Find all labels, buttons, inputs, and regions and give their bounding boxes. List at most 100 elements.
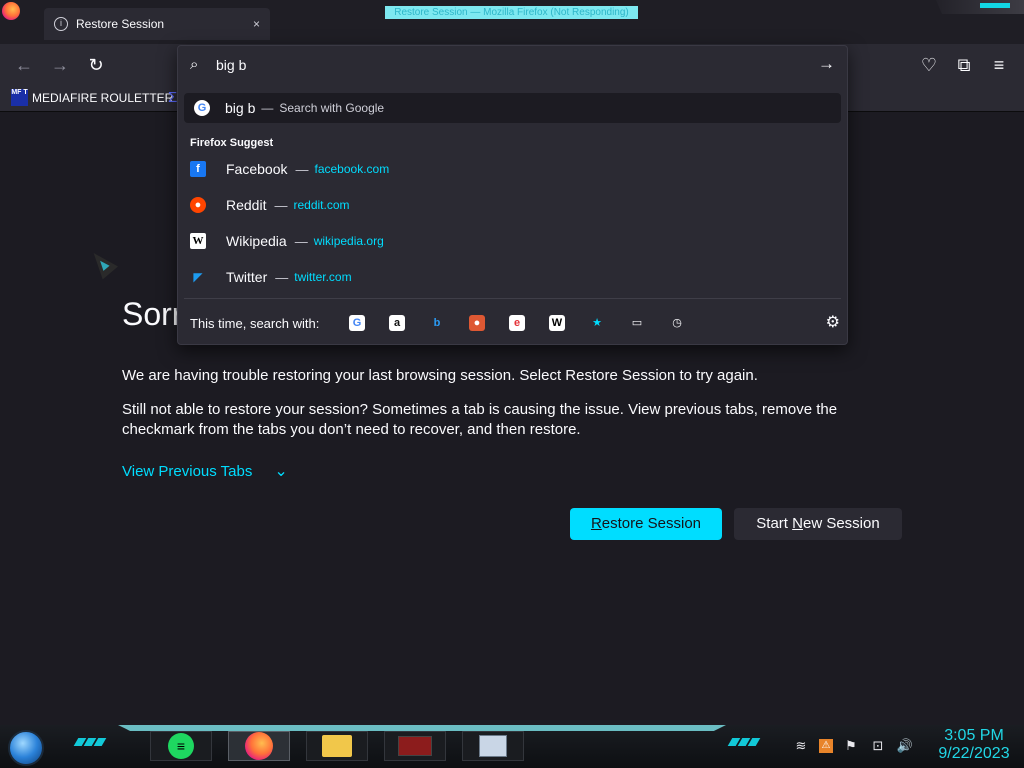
chevron-down-icon: ⌄ xyxy=(274,463,288,480)
suggestion-dash: — xyxy=(295,161,309,177)
restore-session-button[interactable]: Restore Session xyxy=(570,508,722,540)
system-clock[interactable]: 3:05 PM 9/22/2023 xyxy=(930,727,1018,763)
info-icon: i xyxy=(54,17,68,31)
search-engine-button[interactable]: G xyxy=(346,312,368,334)
pocket-button[interactable]: ♡ xyxy=(918,54,940,76)
network-icon[interactable]: ⊡ xyxy=(869,738,887,754)
search-icon: ⌕ xyxy=(190,56,199,73)
duckduckgo-engine-icon: ● xyxy=(469,315,485,331)
tray-app-icon[interactable]: ⚠ xyxy=(819,739,833,753)
urlbar: ⌕ → xyxy=(178,46,847,84)
reddit-icon: ● xyxy=(190,197,206,213)
desktop-screen: i Restore Session × Restore Session — Mo… xyxy=(0,0,1024,768)
suggestion-facebook[interactable]: f Facebook — facebook.com xyxy=(190,154,830,184)
bookmark-label: MEDIAFIRE ROULETTER xyxy=(32,90,174,105)
flag-icon[interactable]: ⚑ xyxy=(842,738,860,754)
search-with-google-row[interactable]: G big b — Search with Google xyxy=(184,93,841,123)
taskbar-app[interactable] xyxy=(384,731,446,761)
view-previous-tabs-link[interactable]: View Previous Tabs ⌄ xyxy=(122,461,288,481)
search-engine-button[interactable]: b xyxy=(426,312,448,334)
amazon-engine-icon: a xyxy=(389,315,405,331)
firefox-logo-icon xyxy=(2,2,20,20)
search-engine-button[interactable]: ▭ xyxy=(626,312,648,334)
twitter-icon: ◤ xyxy=(193,270,203,284)
new-session-accesskey: N xyxy=(792,515,803,532)
separator: — xyxy=(261,101,274,115)
view-previous-label: View Previous Tabs xyxy=(122,462,253,480)
clock-date: 9/22/2023 xyxy=(938,745,1010,762)
taskbar-spotify[interactable]: ≡ xyxy=(150,731,212,761)
restore-accesskey: R xyxy=(590,515,602,532)
taskbar-firefox[interactable] xyxy=(228,731,290,761)
taskbar-lights-left xyxy=(73,738,107,746)
search-engine-button[interactable]: ● xyxy=(466,312,488,334)
wikipedia-icon: W xyxy=(190,233,206,249)
suggestion-name: Reddit xyxy=(226,197,267,213)
facebook-icon: f xyxy=(190,161,206,177)
search-engine-button[interactable]: a xyxy=(386,312,408,334)
menu-button[interactable]: ≡ xyxy=(988,54,1010,76)
one-off-search-row: This time, search with: Ga b ● e W ★ ▭ ◷ ⚙ xyxy=(190,308,840,338)
suggestion-url: facebook.com xyxy=(314,162,390,176)
window-title: Restore Session — Mozilla Firefox (Not R… xyxy=(385,6,638,19)
bookmarks-engine-icon: ★ xyxy=(592,317,602,329)
clock-time: 3:05 PM xyxy=(944,727,1004,744)
suggestion-name: Wikipedia xyxy=(226,233,287,249)
firefox-icon xyxy=(245,732,273,760)
tab-close-icon[interactable]: × xyxy=(253,17,260,31)
start-new-session-button[interactable]: Start New Session xyxy=(734,508,902,540)
back-button[interactable]: ← xyxy=(13,54,35,76)
taskbar-app[interactable] xyxy=(462,731,524,761)
go-arrow-icon[interactable]: → xyxy=(818,54,835,74)
suggestion-name: Facebook xyxy=(226,161,288,177)
search-engine-button[interactable]: W xyxy=(546,312,568,334)
taskbar-stack-icon[interactable]: ≋ xyxy=(792,738,810,754)
suggestion-name: Twitter xyxy=(226,269,268,285)
bookmark-icon[interactable]: Σ xyxy=(168,89,177,106)
suggestion-url: reddit.com xyxy=(293,198,350,212)
urlbar-dropdown: ⌕ → G big b — Search with Google Firefox… xyxy=(177,45,848,345)
firefox-suggest-header: Firefox Suggest xyxy=(190,137,274,149)
ebay-engine-icon: e xyxy=(509,315,525,331)
search-engine-button[interactable]: e xyxy=(506,312,528,334)
history-engine-icon: ◷ xyxy=(672,317,682,329)
search-with-label: Search with Google xyxy=(279,101,385,115)
search-engine-button[interactable]: ◷ xyxy=(666,312,688,334)
suggestion-url: wikipedia.org xyxy=(313,234,384,248)
new-session-label: ew Session xyxy=(802,515,880,532)
mediafire-bookmark-icon: MF T xyxy=(11,89,28,106)
suggestion-dash: — xyxy=(294,233,308,249)
gear-icon[interactable]: ⚙ xyxy=(826,312,840,332)
folder-icon xyxy=(322,735,352,757)
search-with-label: This time, search with: xyxy=(190,315,320,331)
suggestion-wikipedia[interactable]: W Wikipedia — wikipedia.org xyxy=(190,226,830,256)
help-message: Still not able to restore your session? … xyxy=(122,401,838,438)
url-input[interactable] xyxy=(216,55,796,75)
bing-engine-icon: b xyxy=(433,317,441,329)
suggestion-dash: — xyxy=(274,197,288,213)
taskbar-file-explorer[interactable] xyxy=(306,731,368,761)
volume-icon[interactable]: 🔊 xyxy=(896,738,914,754)
bookmark-mediafire-rouletter[interactable]: MF T MEDIAFIRE ROULETTER xyxy=(11,89,173,106)
app-icon xyxy=(479,735,507,757)
title-bar: i Restore Session × Restore Session — Mo… xyxy=(0,0,1024,44)
google-icon: G xyxy=(194,100,210,116)
taskbar-lights-right xyxy=(727,738,761,746)
trouble-message: We are having trouble restoring your las… xyxy=(122,367,758,384)
search-query: big b xyxy=(225,100,256,116)
tab-restore-session[interactable]: i Restore Session × xyxy=(44,8,270,40)
tabs-engine-icon: ▭ xyxy=(631,317,643,329)
reload-button[interactable]: ↻ xyxy=(85,54,107,76)
google-engine-icon: G xyxy=(349,315,365,331)
suggestion-dash: — xyxy=(275,269,289,285)
search-engine-button[interactable]: ★ xyxy=(586,312,608,334)
engine-list: Ga b ● e W ★ ▭ ◷ xyxy=(346,312,706,334)
wikipedia-engine-icon: W xyxy=(549,315,565,331)
start-button[interactable] xyxy=(8,730,44,766)
suggestion-reddit[interactable]: ● Reddit — reddit.com xyxy=(190,190,830,220)
app-icon xyxy=(398,736,432,756)
forward-button[interactable]: → xyxy=(49,54,71,76)
extensions-button[interactable]: ⧉ xyxy=(953,54,975,76)
suggestion-url: twitter.com xyxy=(294,270,352,284)
suggestion-twitter[interactable]: ◤ Twitter — twitter.com xyxy=(190,262,830,292)
